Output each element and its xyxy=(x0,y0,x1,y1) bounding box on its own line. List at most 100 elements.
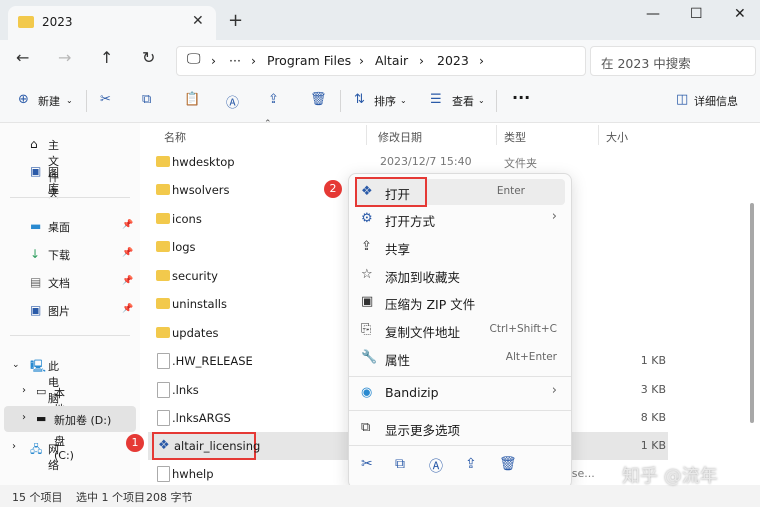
share-icon[interactable]: ⇪ xyxy=(268,92,279,107)
close-tab-icon[interactable]: ✕ xyxy=(192,13,204,29)
cut-icon[interactable]: ✂ xyxy=(100,92,111,107)
separator xyxy=(496,90,497,112)
navigation-pane: ⌂ 主文件夹 ▣ 图库 ▬ 桌面 📌 ↓ 下载 📌 ▤ 文档 📌 ▣ 图片 📌 … xyxy=(0,123,140,485)
pin-icon[interactable]: 📌 xyxy=(122,248,133,258)
menu-shortcut: Enter xyxy=(496,185,525,197)
pin-icon[interactable]: 📌 xyxy=(122,220,133,230)
column-header-name[interactable]: 名称 xyxy=(164,129,186,145)
sort-button[interactable]: 排序 xyxy=(374,93,396,109)
command-bar: ⊕ 新建 ⌄ ✂ ⧉ 📋 Ⓐ ⇪ 🗑 ⇅ 排序 ⌄ ☰ 查看 ⌄ ··· ◫ 详… xyxy=(0,80,760,123)
sidebar-item-label: 图片 xyxy=(48,305,70,318)
breadcrumb-2023[interactable]: 2023 xyxy=(437,53,469,68)
address-bar[interactable]: 🖵 › ··· › Program Files › Altair › 2023 … xyxy=(176,46,586,76)
sidebar-item-documents[interactable]: ▤ 文档 📌 xyxy=(30,271,134,293)
search-input[interactable]: 在 2023 中搜索 xyxy=(601,53,691,72)
step-badge-2: 2 xyxy=(324,180,342,198)
more-icon[interactable]: ··· xyxy=(512,88,530,107)
tab-bar: 2023 ✕ + — ☐ ✕ xyxy=(0,0,760,40)
download-icon: ↓ xyxy=(30,247,41,261)
sidebar-item-label: 网络 xyxy=(48,443,59,472)
gallery-icon: ▣ xyxy=(30,164,42,178)
details-button[interactable]: 详细信息 xyxy=(694,93,738,109)
file-size: 1 KB xyxy=(640,354,666,367)
up-icon[interactable]: ↑ xyxy=(100,48,113,67)
menu-item-properties[interactable]: 🔧 属性 Alt+Enter xyxy=(355,345,565,371)
more-options-icon: ⧉ xyxy=(361,420,371,435)
breadcrumb-program-files[interactable]: Program Files xyxy=(267,53,351,68)
cut-icon[interactable]: ✂ xyxy=(361,456,373,472)
column-header-size[interactable]: 大小 xyxy=(606,129,628,145)
column-divider[interactable] xyxy=(496,125,497,145)
divider xyxy=(10,197,130,198)
rename-icon[interactable]: Ⓐ xyxy=(429,456,443,476)
sidebar-item-desktop[interactable]: ▬ 桌面 📌 xyxy=(30,215,134,237)
breadcrumb-altair[interactable]: Altair xyxy=(375,53,408,68)
copy-icon[interactable]: ⧉ xyxy=(142,92,151,107)
file-name: hwhelp xyxy=(172,467,214,481)
chevron-right-icon: › xyxy=(551,209,557,224)
view-button[interactable]: 查看 xyxy=(452,93,474,109)
sidebar-item-label: 文档 xyxy=(48,277,70,290)
minimize-icon[interactable]: — xyxy=(646,6,660,22)
menu-item-open[interactable]: ❖ 打开 Enter xyxy=(355,177,565,207)
tab-2023[interactable]: 2023 ✕ xyxy=(8,6,216,40)
sidebar-item-label: 新加卷 (D:) xyxy=(54,414,112,427)
menu-item-bandizip[interactable]: ◉ Bandizip › xyxy=(355,380,565,406)
column-divider[interactable] xyxy=(598,125,599,145)
paste-icon[interactable]: 📋 xyxy=(184,92,200,107)
menu-item-add-favorite[interactable]: ☆ 添加到收藏夹 xyxy=(355,262,565,288)
new-button[interactable]: 新建 xyxy=(38,93,60,109)
more-path-icon[interactable]: ··· xyxy=(229,53,241,68)
new-tab-icon[interactable]: + xyxy=(228,10,243,31)
delete-icon[interactable]: 🗑 xyxy=(310,92,327,107)
refresh-icon[interactable]: ↻ xyxy=(142,48,155,67)
details-pane-icon[interactable]: ◫ xyxy=(676,92,688,107)
context-menu: ❖ 打开 Enter ⚙ 打开方式 › ⇪ 共享 ☆ 添加到收藏夹 ▣ 压缩为 … xyxy=(348,173,572,489)
column-header-type[interactable]: 类型 xyxy=(504,129,526,145)
menu-item-label: 属性 xyxy=(385,353,411,368)
selected-size: 208 字节 xyxy=(146,491,193,504)
folder-icon xyxy=(156,298,170,309)
file-name: .lnksARGS xyxy=(172,411,231,425)
column-header-modified[interactable]: 修改日期 xyxy=(378,129,422,145)
sidebar-item-new-volume-d[interactable]: › ▬ 新加卷 (D:) xyxy=(4,406,136,432)
sort-icon[interactable]: ⇅ xyxy=(354,92,365,107)
rename-icon[interactable]: Ⓐ xyxy=(226,92,239,111)
maximize-icon[interactable]: ☐ xyxy=(690,6,703,22)
selected-count: 选中 1 个项目 xyxy=(76,491,145,504)
file-icon xyxy=(157,466,170,482)
menu-item-open-with[interactable]: ⚙ 打开方式 › xyxy=(355,206,565,232)
pin-icon[interactable]: 📌 xyxy=(122,304,133,314)
chevron-icon: › xyxy=(211,53,216,68)
close-window-icon[interactable]: ✕ xyxy=(734,6,746,22)
file-size: 1 KB xyxy=(640,439,666,452)
forward-icon[interactable]: → xyxy=(58,48,71,67)
file-name: logs xyxy=(172,240,196,254)
view-icon[interactable]: ☰ xyxy=(430,92,442,107)
column-divider[interactable] xyxy=(366,125,367,145)
sidebar-item-label: 桌面 xyxy=(48,221,70,234)
sidebar-item-pictures[interactable]: ▣ 图片 📌 xyxy=(30,299,134,321)
file-name: security xyxy=(172,269,218,283)
back-icon[interactable]: ← xyxy=(16,48,29,67)
desktop-icon: ▬ xyxy=(30,219,42,233)
menu-item-copy-path[interactable]: ⎘ 复制文件地址 Ctrl+Shift+C xyxy=(355,317,565,343)
sidebar-item-downloads[interactable]: ↓ 下载 📌 xyxy=(30,243,134,265)
navigation-bar: ← → ↑ ↻ 🖵 › ··· › Program Files › Altair… xyxy=(0,40,760,80)
chevron-down-icon: ⌄ xyxy=(478,96,485,105)
share-icon[interactable]: ⇪ xyxy=(465,456,477,472)
menu-item-zip[interactable]: ▣ 压缩为 ZIP 文件 xyxy=(355,289,565,315)
network-icon: 🖧 xyxy=(30,443,43,456)
file-name: updates xyxy=(172,326,219,340)
scrollbar-thumb[interactable] xyxy=(750,203,754,423)
delete-icon[interactable]: 🗑 xyxy=(499,456,517,472)
menu-item-share[interactable]: ⇪ 共享 xyxy=(355,234,565,260)
search-box[interactable]: 在 2023 中搜索 xyxy=(590,46,756,76)
this-pc-icon: 🖳 xyxy=(30,359,47,373)
menu-item-more-options[interactable]: ⧉ 显示更多选项 xyxy=(355,415,565,441)
new-icon[interactable]: ⊕ xyxy=(18,92,29,107)
pin-icon[interactable]: 📌 xyxy=(122,276,133,286)
list-item[interactable]: hwdesktop 2023/12/7 15:40 文件夹 xyxy=(156,148,756,176)
folder-icon xyxy=(156,184,170,195)
copy-icon[interactable]: ⧉ xyxy=(395,456,405,472)
